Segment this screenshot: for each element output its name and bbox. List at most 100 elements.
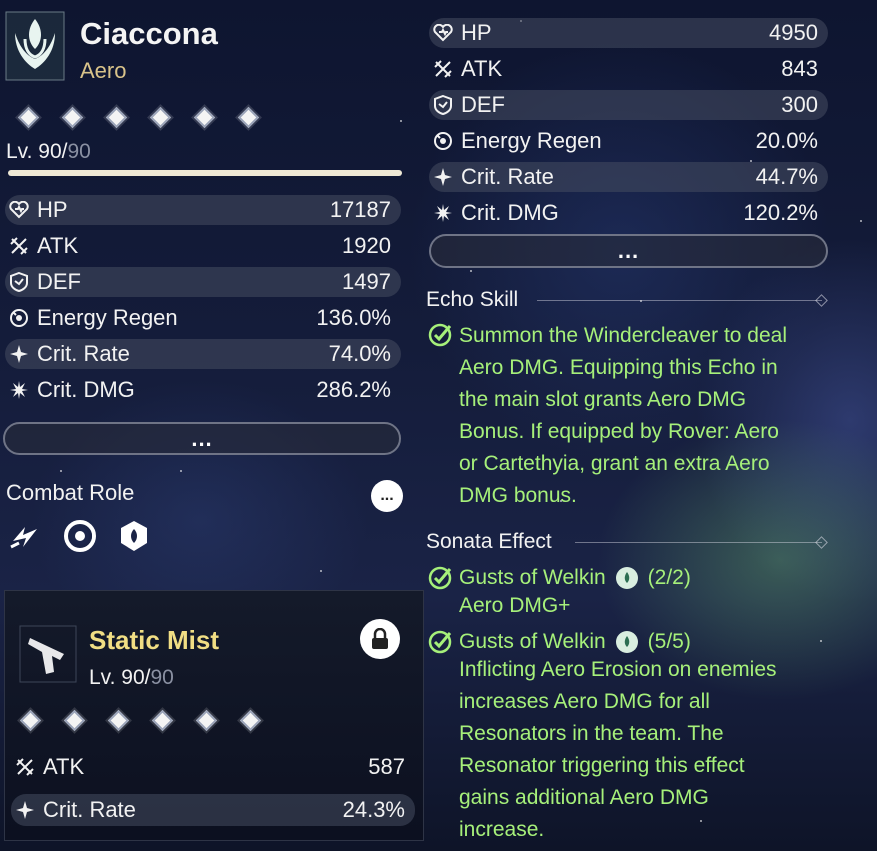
check-icon	[428, 323, 452, 347]
stat-label: Crit. DMG	[461, 200, 559, 225]
crit-rate-icon	[11, 800, 39, 820]
sonata-set-name: Gusts of Welkin	[459, 630, 606, 653]
stat-label: DEF	[461, 92, 505, 117]
stat-row: DEF 1497	[5, 267, 401, 297]
hp-icon	[5, 201, 33, 219]
stat-row: HP 17187	[5, 195, 401, 225]
lock-button[interactable]	[360, 619, 400, 659]
crit-dmg-icon	[5, 380, 33, 400]
check-icon	[428, 630, 452, 654]
character-level: Lv. 90/90	[6, 140, 91, 164]
gusts-of-welkin-icon	[615, 567, 638, 589]
stat-row: HP 4950	[429, 18, 828, 48]
level-progress-bar	[8, 170, 402, 176]
echo-skill-line: Aero DMG. Equipping this Echo in	[459, 356, 778, 379]
rank-node-icon	[17, 707, 43, 733]
stat-label: Energy Regen	[461, 128, 602, 153]
rank-node-icon	[149, 707, 175, 733]
crit-rate-icon	[429, 167, 457, 187]
stat-label: Crit. DMG	[37, 377, 135, 402]
energy-regen-icon	[5, 308, 33, 328]
stat-label: Crit. Rate	[461, 164, 554, 189]
level-progress-fill	[8, 170, 402, 176]
stat-value: 587	[368, 754, 405, 779]
echo-skill-line: the main slot grants Aero DMG	[459, 388, 747, 411]
stat-row: ATK 1920	[5, 231, 401, 261]
sonata-set-header: Gusts of Welkin (5/5)	[459, 630, 691, 654]
rank-node-icon	[61, 707, 87, 733]
more-stats-button[interactable]: ...	[3, 422, 401, 455]
stat-value: 1920	[342, 233, 391, 258]
level-current: Lv. 90/	[6, 140, 68, 163]
sonata-effect-title: Sonata Effect	[426, 530, 552, 553]
sonata-effect-line: Inflicting Aero Erosion on enemies	[459, 658, 777, 681]
stat-label: ATK	[43, 754, 85, 779]
stat-value: 1497	[342, 269, 391, 294]
combat-role-more-button[interactable]: ...	[371, 480, 403, 512]
weapon-level-current: Lv. 90/	[89, 666, 151, 689]
weapon-name: Static Mist	[89, 625, 220, 655]
echo-skill-divider	[537, 300, 822, 301]
echo-skill-line: DMG bonus.	[459, 484, 577, 507]
stat-label: HP	[37, 197, 68, 222]
stat-row: ATK 587	[11, 751, 415, 783]
rank-node-icon	[237, 707, 263, 733]
combat-role-icons	[8, 518, 152, 554]
stat-row: Energy Regen 20.0%	[429, 126, 828, 156]
echo-skill-title: Echo Skill	[426, 288, 519, 311]
chain-node-icon	[103, 104, 129, 130]
sonata-effect-line: Resonator triggering this effect	[459, 754, 745, 777]
stat-label: ATK	[461, 56, 503, 81]
sonata-set-count: (2/2)	[647, 566, 691, 589]
echo-panel: HP 4950 ATK 843 DEF 300 Energy Regen 20.0% Crit.…	[425, 0, 877, 851]
character-panel: Ciaccona Aero Lv. 90/90 HP 17187 ATK 1920 DE…	[0, 0, 412, 585]
energy-regen-icon	[429, 131, 457, 151]
character-element: Aero	[80, 58, 127, 83]
def-icon	[429, 95, 457, 115]
stat-row: Crit. Rate 44.7%	[429, 162, 828, 192]
sonata-set-name: Gusts of Welkin	[459, 566, 606, 589]
crit-rate-icon	[5, 344, 33, 364]
atk-icon	[11, 757, 39, 777]
stat-row: ATK 843	[429, 54, 828, 84]
chain-node-icon	[147, 104, 173, 130]
stat-label: DEF	[37, 269, 81, 294]
stat-label: Crit. Rate	[43, 797, 136, 822]
combat-role-title: Combat Role	[6, 480, 135, 505]
chain-node-icon	[235, 104, 261, 130]
shield-emblem-icon[interactable]	[116, 518, 152, 554]
sonata-set-count: (5/5)	[647, 630, 691, 653]
weapon-rank-nodes	[17, 707, 263, 733]
atk-icon	[5, 236, 33, 256]
stat-value: 843	[781, 56, 818, 81]
stat-row: Crit. DMG 286.2%	[5, 375, 401, 405]
swirl-icon[interactable]	[62, 518, 98, 554]
level-max: 90	[67, 140, 91, 163]
stat-row: DEF 300	[429, 90, 828, 120]
echo-skill-line: Summon the Windercleaver to deal	[459, 324, 787, 347]
hp-icon	[429, 24, 457, 42]
check-icon	[428, 566, 452, 590]
stat-value: 17187	[329, 197, 391, 222]
resonance-chain-nodes	[15, 104, 261, 130]
aero-element-icon	[4, 10, 66, 82]
gusts-of-welkin-icon	[615, 631, 638, 653]
sonata-effect-line: Resonators in the team. The	[459, 722, 724, 745]
echo-more-stats-button[interactable]: ...	[429, 234, 828, 268]
stat-value: 300	[781, 92, 818, 117]
sonata-effect-line: increase.	[459, 818, 545, 841]
chain-node-icon	[59, 104, 85, 130]
sonata-set-header: Gusts of Welkin (2/2)	[459, 566, 691, 590]
stat-value: 74.0%	[328, 341, 391, 366]
stat-row: Crit. Rate 74.0%	[5, 339, 401, 369]
sonata-divider	[575, 542, 822, 543]
weapon-panel: Static Mist Lv. 90/90 ATK 587 Crit. Rate 24…	[4, 590, 424, 841]
stat-label: HP	[461, 20, 492, 45]
lightning-icon[interactable]	[8, 518, 44, 554]
sonata-effect-line: Aero DMG+	[459, 594, 571, 617]
stat-value: 120.2%	[743, 200, 818, 225]
stat-value: 20.0%	[755, 128, 818, 153]
sonata-effect-line: increases Aero DMG for all	[459, 690, 710, 713]
def-icon	[5, 272, 33, 292]
chain-node-icon	[191, 104, 217, 130]
